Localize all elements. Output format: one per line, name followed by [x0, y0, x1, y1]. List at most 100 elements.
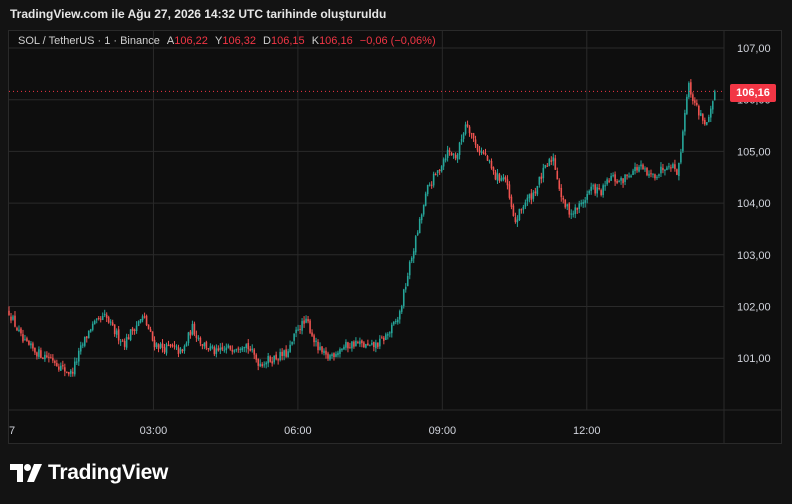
- candle-body: [576, 207, 579, 210]
- candle-body: [654, 174, 656, 179]
- candle-body: [646, 167, 648, 176]
- candle-body: [404, 286, 407, 290]
- candle-body: [666, 167, 668, 171]
- candle-body: [373, 342, 375, 348]
- symbol-label[interactable]: SOL / TetherUS · 1 · Binance: [18, 35, 160, 47]
- candle-body: [711, 101, 714, 110]
- close-label: K: [311, 35, 320, 47]
- candle-body: [271, 361, 273, 364]
- candle-body: [367, 343, 369, 346]
- candle-body: [387, 334, 389, 336]
- candle-body: [680, 152, 682, 163]
- candle-body: [402, 289, 405, 307]
- candle-body: [570, 213, 573, 215]
- candle-body: [36, 352, 38, 357]
- close-value: 106,16: [319, 35, 353, 47]
- candle-body: [470, 133, 473, 135]
- candle-body: [173, 345, 176, 347]
- candle-body: [363, 342, 365, 348]
- candle-body: [606, 179, 608, 185]
- candle-body: [225, 347, 228, 351]
- candle-body: [450, 153, 453, 156]
- candle-body: [251, 348, 254, 351]
- candle-body: [201, 344, 204, 346]
- candle-body: [52, 357, 54, 361]
- candle-body: [329, 355, 331, 360]
- candle-body: [410, 257, 413, 262]
- x-tick-label: 12:00: [573, 425, 601, 437]
- candle-body: [596, 187, 598, 194]
- candle-body: [630, 175, 632, 177]
- candle-body: [584, 200, 586, 203]
- candle-body: [524, 202, 527, 207]
- candle-body: [383, 337, 385, 341]
- brand-name: TradingView: [48, 461, 169, 484]
- candle-body: [10, 316, 12, 321]
- candle-body: [418, 218, 421, 234]
- candle-body: [339, 349, 341, 354]
- candle-body: [500, 178, 503, 182]
- candle-body: [56, 363, 58, 367]
- candle-body: [125, 337, 128, 348]
- candlestick-chart[interactable]: 101,00102,00103,00104,00105,00106,00107,…: [0, 0, 792, 504]
- candle-body: [379, 338, 381, 347]
- candle-body: [642, 164, 644, 170]
- candle-body: [546, 165, 549, 167]
- candle-body: [548, 159, 551, 167]
- candle-body: [520, 209, 523, 211]
- candle-body: [83, 336, 86, 346]
- candle-body: [44, 354, 46, 360]
- candle-body: [538, 176, 541, 185]
- candle-body: [75, 361, 78, 363]
- candle-body: [131, 328, 134, 331]
- candle-body: [446, 149, 449, 158]
- candle-body: [506, 179, 509, 186]
- candle-body: [526, 197, 529, 202]
- candle-body: [578, 203, 581, 210]
- candle-body: [213, 347, 216, 355]
- candle-body: [163, 347, 166, 353]
- candle-body: [692, 94, 694, 102]
- candle-body: [267, 355, 269, 364]
- candle-body: [422, 204, 425, 215]
- candle-body: [293, 333, 295, 341]
- candle-body: [650, 173, 652, 175]
- candle-body: [20, 328, 22, 334]
- candle-body: [713, 91, 716, 101]
- tradingview-logo-icon: [10, 464, 42, 482]
- candle-body: [301, 321, 303, 331]
- candle-body: [676, 169, 678, 175]
- tradingview-logo[interactable]: TradingView: [10, 461, 168, 485]
- candle-body: [482, 151, 485, 154]
- candle-body: [327, 353, 329, 359]
- candle-body: [355, 340, 357, 347]
- candle-body: [381, 337, 383, 339]
- candle-body: [245, 344, 248, 349]
- candle-body: [221, 347, 224, 350]
- candle-body: [81, 344, 84, 346]
- candle-body: [598, 187, 600, 190]
- candle-body: [494, 171, 497, 180]
- candle-body: [181, 349, 184, 352]
- candle-body: [91, 323, 94, 330]
- candle-body: [434, 173, 437, 175]
- x-tick-label: 03:00: [140, 425, 168, 437]
- candle-body: [554, 158, 557, 170]
- candle-body: [73, 361, 76, 375]
- candle-body: [668, 166, 670, 168]
- candle-body: [394, 321, 397, 323]
- y-tick-label: 102,00: [737, 302, 771, 314]
- candle-body: [169, 344, 172, 347]
- candle-body: [398, 311, 401, 320]
- candle-body: [12, 316, 14, 320]
- candle-body: [564, 199, 567, 208]
- candle-body: [656, 177, 658, 179]
- candle-body: [672, 164, 674, 169]
- candle-body: [636, 167, 638, 171]
- candle-body: [490, 160, 493, 169]
- candle-body: [311, 332, 313, 336]
- candle-body: [406, 276, 409, 287]
- candle-body: [8, 310, 10, 316]
- candle-body: [486, 155, 489, 161]
- candle-body: [556, 171, 559, 180]
